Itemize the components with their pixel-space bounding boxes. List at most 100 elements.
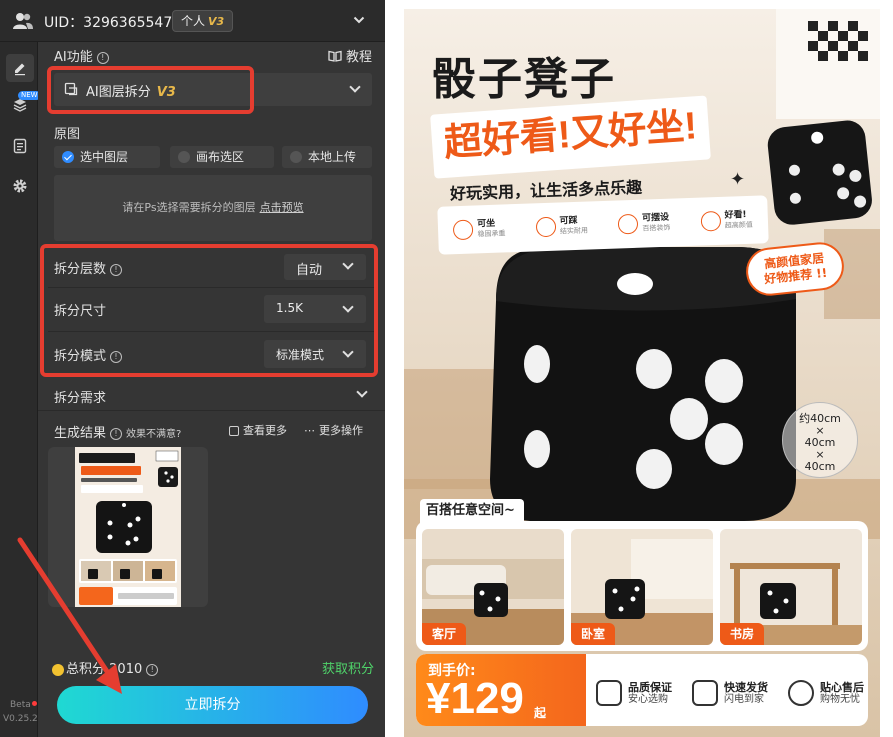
points-label: 总积分: [66, 662, 106, 677]
more-actions-link[interactable]: ⋯ 更多操作: [304, 422, 363, 438]
svg-text:✦: ✦: [730, 169, 745, 190]
service-item: 品质保证 安心选购: [596, 680, 672, 706]
chevron-down-icon[interactable]: [353, 14, 365, 29]
ai-function-text: AI功能: [54, 50, 93, 65]
feature-sub: 稳固承重: [477, 229, 506, 239]
see-more-link[interactable]: 查看更多: [229, 422, 287, 438]
feature-item: 可摆设 百搭装饰: [617, 213, 671, 235]
price-bar: 到手价: ¥129 起 品质保证 安心选购 快速发货 闪电到家 贴心售后 购物无忧: [416, 654, 868, 726]
coin-icon: [52, 663, 64, 676]
results-label-text: 生成结果: [54, 426, 107, 441]
scene-tag: 卧室: [571, 623, 615, 645]
service-sub: 安心选购: [628, 693, 668, 705]
radio-icon: [290, 151, 302, 163]
more-actions-text: 更多操作: [319, 424, 363, 437]
requirements-label: 拆分需求: [54, 391, 107, 406]
product-poster[interactable]: ✦ 骰子凳子 超好看!又好坐! 好玩实用，让生活多点乐趣 可坐 稳固承重 可踩 结实…: [404, 9, 880, 737]
feature-sub: 超高颜值: [724, 220, 753, 230]
service-sub: 购物无忧: [820, 693, 860, 705]
plan-tier: V3: [208, 15, 225, 28]
info-icon[interactable]: !: [110, 427, 123, 440]
scene-study: 书房: [720, 529, 862, 645]
app-window: NEW Beta V0.25.2 UID：3296365547 个人 V3 AI功…: [0, 0, 893, 737]
service-title: 品质保证: [628, 680, 672, 694]
truck-icon: [692, 680, 718, 706]
see-more-text: 查看更多: [243, 424, 287, 437]
radio-label: 本地上传: [308, 150, 357, 164]
scene-strip: 客厅 卧室 书房: [416, 521, 868, 651]
tool-rail: NEW Beta V0.25.2: [0, 0, 41, 737]
shoe-icon: [535, 216, 557, 238]
document-icon[interactable]: [6, 132, 34, 160]
gear-icon[interactable]: [6, 172, 34, 200]
space-label: 百搭任意空间~: [420, 499, 524, 523]
user-group-icon: [12, 12, 34, 34]
eye-icon: [700, 210, 722, 232]
price-unit: 起: [534, 706, 547, 720]
service-item: 贴心售后 购物无忧: [788, 680, 864, 706]
layer-split-panel: UID：3296365547 个人 V3 AI功能! 教程 AI图层拆分 V3 原图…: [0, 0, 385, 737]
chevron-down-icon[interactable]: [356, 386, 368, 398]
result-thumbnail-image: [75, 447, 181, 607]
tutorial-text: 教程: [346, 50, 373, 65]
scene-living-room: 客厅: [422, 529, 564, 645]
image-search-icon: [229, 426, 239, 436]
points-value: 2010: [109, 662, 143, 677]
size-badge: 约40cm × 40cm × 40cm: [782, 402, 858, 478]
info-icon[interactable]: !: [146, 663, 159, 676]
frame-icon: [617, 213, 639, 235]
service-item: 快速发货 闪电到家: [692, 680, 768, 706]
unsatisfied-text[interactable]: 效果不满意?: [126, 429, 181, 440]
size-line: 40cm: [804, 460, 836, 473]
chair-icon: [452, 219, 474, 241]
radio-label: 画布选区: [196, 150, 245, 164]
split-now-button[interactable]: 立即拆分: [57, 686, 368, 724]
poster-subtitle: 超好看!又好坐!: [442, 105, 699, 165]
highlight-box-settings: [40, 244, 378, 377]
beta-dot: [32, 701, 37, 706]
check-icon: [62, 151, 74, 163]
poster-title: 骰子凳子: [432, 55, 616, 104]
radio-label: 选中图层: [80, 150, 129, 164]
feature-item: 可坐 稳固承重: [452, 218, 506, 241]
source-hint: 请在Ps选择需要拆分的图层: [122, 201, 256, 214]
divider: [38, 410, 385, 411]
scene-tag: 客厅: [422, 623, 466, 645]
plan-badge: 个人 V3: [172, 10, 234, 32]
shield-check-icon: [596, 680, 622, 706]
radio-local-upload[interactable]: 本地上传: [282, 146, 372, 168]
book-icon: [328, 50, 342, 66]
scene-bedroom: 卧室: [571, 529, 713, 645]
feature-item: 好看! 超高颜值: [700, 210, 753, 232]
service-title: 快速发货: [724, 680, 768, 694]
account-header[interactable]: UID：3296365547 个人 V3: [0, 0, 385, 42]
plan-label: 个人: [181, 14, 206, 28]
source-preview-box: 请在Ps选择需要拆分的图层 点击预览: [54, 175, 372, 241]
preview-link[interactable]: 点击预览: [260, 201, 304, 214]
radio-selected-layer[interactable]: 选中图层: [54, 146, 160, 168]
uid-text: UID：3296365547: [44, 15, 173, 31]
feature-sub: 百搭装饰: [642, 223, 671, 233]
more-dots-icon: ⋯: [304, 424, 315, 437]
points-display: 总积分 2010!: [52, 658, 159, 677]
feature-item: 可踩 结实耐用: [535, 216, 588, 238]
chevron-down-icon: [349, 81, 361, 93]
get-points-link[interactable]: 获取积分: [322, 658, 374, 677]
results-label: 生成结果! 效果不满意?: [54, 422, 181, 441]
radio-canvas-selection[interactable]: 画布选区: [170, 146, 274, 168]
radio-icon: [178, 151, 190, 163]
result-thumbnail[interactable]: [48, 447, 208, 607]
highlight-box-function: [47, 66, 254, 114]
scene-tag: 书房: [720, 623, 764, 645]
service-title: 贴心售后: [820, 680, 864, 694]
edit-icon[interactable]: [6, 54, 34, 82]
source-label: 原图: [54, 127, 81, 142]
service-sub: 闪电到家: [724, 693, 764, 705]
headset-icon: [788, 680, 814, 706]
info-icon[interactable]: !: [96, 51, 109, 64]
version-label: V0.25.2: [3, 714, 38, 724]
ai-function-label: AI功能!: [54, 46, 109, 65]
price-value: ¥129: [426, 674, 524, 723]
tutorial-link[interactable]: 教程: [328, 46, 372, 66]
beta-label: Beta: [10, 700, 31, 710]
